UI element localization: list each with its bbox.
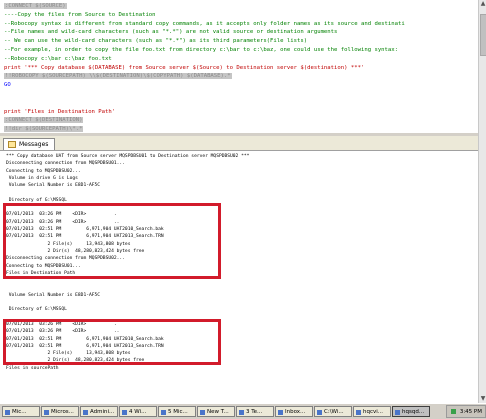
code-text: ----Copy the files from Source to Destin…: [4, 11, 156, 18]
code-line[interactable]: --File names and wild-card characters (s…: [4, 28, 337, 37]
scrollbar-thumb[interactable]: [480, 14, 486, 56]
taskbar-button-label: Inbox...: [285, 409, 306, 415]
tray-icon[interactable]: [451, 409, 456, 414]
taskbar-button[interactable]: hqcvi...: [353, 406, 391, 417]
app-icon: [239, 410, 244, 415]
app-icon: [5, 410, 10, 415]
app-icon: [200, 410, 205, 415]
taskbar-button-label: C:\Wi...: [324, 409, 344, 415]
taskbar-button-label: 4 Wi...: [129, 409, 147, 415]
highlight-box-source: [3, 319, 221, 365]
app-icon: [356, 410, 361, 415]
code-text: !!ROBOCOPY $(SOURCEPATH) \\$(DESTINATION…: [4, 73, 232, 80]
taskbar-button-label: Admini...: [90, 409, 115, 415]
taskbar-button[interactable]: Admini...: [80, 406, 118, 417]
app-icon: [83, 410, 88, 415]
taskbar-button-label: hqsqd...: [402, 409, 425, 415]
code-text: print 'Files in Destination Path': [4, 108, 116, 115]
app-icon: [317, 410, 322, 415]
code-text: !!dir $(SOURCEPATH)\*.*: [4, 126, 84, 133]
taskbar-button-label: 3 Te...: [246, 409, 263, 415]
taskbar-button[interactable]: Micros...: [41, 406, 79, 417]
tab-messages[interactable]: Messages: [3, 138, 56, 150]
code-text: print '*** Copy database $(DATABASE) fro…: [4, 64, 365, 71]
code-text: :CONNECT $(SOURCE): [4, 3, 67, 9]
taskbar-button-label: 5 Mic...: [168, 409, 188, 415]
code-text: :CONNECT $(DESTINATION): [4, 117, 84, 124]
query-editor[interactable]: :CONNECT $(SOURCE) ----Copy the files fro…: [0, 0, 478, 133]
vertical-scrollbar[interactable]: ▲ ▼: [478, 0, 486, 403]
code-line[interactable]: --Robocopy c:\bar c:\baz foo.txt: [4, 55, 112, 64]
scroll-up-icon[interactable]: ▲: [479, 0, 486, 8]
taskbar-button[interactable]: 5 Mic...: [158, 406, 196, 417]
taskbar-button[interactable]: C:\Wi...: [314, 406, 352, 417]
code-text: --For example, in order to copy the file…: [4, 47, 399, 53]
app-icon: [161, 410, 166, 415]
code-line[interactable]: GO: [4, 81, 11, 90]
code-text: --Robocopy c:\bar c:\baz foo.txt: [4, 55, 112, 62]
code-line[interactable]: !!ROBOCOPY $(SOURCEPATH) \\$(DESTINATION…: [4, 72, 232, 81]
code-line[interactable]: --Robocopy syntax is different from stan…: [4, 20, 405, 29]
code-line[interactable]: ----Copy the files from Source to Destin…: [4, 11, 156, 20]
app-icon: [278, 410, 283, 415]
taskbar-button[interactable]: 3 Te...: [236, 406, 274, 417]
code-line[interactable]: print '*** Copy database $(DATABASE) fro…: [4, 64, 364, 73]
clock[interactable]: 3:45 PM: [460, 407, 482, 418]
taskbar-button-label: Micros...: [51, 409, 74, 415]
message-line: Volume Serial Number is E8D1-AF5C: [6, 183, 101, 189]
code-line[interactable]: -- We can use the wild-card characters (…: [4, 37, 307, 46]
taskbar-button[interactable]: hqsqd...: [392, 406, 430, 417]
code-text: -- We can use the wild-card characters (…: [4, 38, 308, 45]
message-line: Volume Serial Number is E8D1-AF5C: [6, 292, 101, 298]
code-text: GO: [4, 82, 11, 89]
taskbar: 3:45 PM Mic... Micros... Admini... 4 Wi... 5…: [0, 403, 486, 419]
taskbar-button-label: New T...: [207, 409, 229, 415]
taskbar-button-label: hqcvi...: [363, 409, 384, 415]
code-line[interactable]: !!dir $(SOURCEPATH)\*.*: [4, 125, 84, 133]
message-line: Directory of G:\MSSQL: [6, 307, 67, 313]
code-line[interactable]: print 'Files in Destination Path': [4, 108, 115, 117]
code-text: --File names and wild-card characters (s…: [4, 29, 338, 36]
tab-messages-label: Messages: [19, 141, 49, 148]
taskbar-button[interactable]: Inbox...: [275, 406, 313, 417]
taskbar-button-label: Mic...: [12, 409, 27, 415]
code-text: --Robocopy syntax is different from stan…: [4, 20, 405, 27]
message-line: Files in sourcePath: [6, 365, 59, 371]
messages-icon: [8, 141, 16, 148]
results-tabstrip: Messages: [0, 136, 478, 151]
highlight-box-destination: [3, 203, 221, 279]
taskbar-button[interactable]: 4 Wi...: [119, 406, 157, 417]
code-line[interactable]: :CONNECT $(DESTINATION): [4, 116, 84, 125]
app-icon: [122, 410, 127, 415]
code-line[interactable]: :CONNECT $(SOURCE): [4, 2, 67, 11]
system-tray: 3:45 PM: [446, 405, 486, 418]
code-line[interactable]: --For example, in order to copy the file…: [4, 46, 398, 55]
app-icon: [395, 410, 400, 415]
taskbar-button[interactable]: Mic...: [2, 406, 40, 417]
taskbar-button[interactable]: New T...: [197, 406, 235, 417]
app-icon: [44, 410, 49, 415]
scroll-down-icon[interactable]: ▼: [479, 395, 486, 403]
